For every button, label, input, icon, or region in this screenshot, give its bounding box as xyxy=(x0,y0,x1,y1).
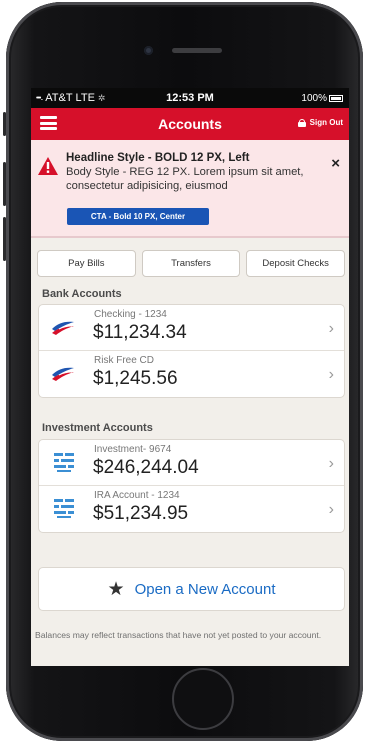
account-name: Investment- 9674 xyxy=(94,444,172,455)
volume-down-button xyxy=(3,217,6,261)
boa-flag-icon xyxy=(52,321,74,335)
investment-accounts-card: Investment- 9674 $246,244.04 › IRA Accou… xyxy=(38,439,345,533)
merrill-edge-icon xyxy=(54,499,74,518)
open-new-account-label: Open a New Account xyxy=(134,580,276,598)
account-balance: $11,234.34 xyxy=(93,322,187,343)
account-row-cd[interactable]: Risk Free CD $1,245.56 › xyxy=(39,351,344,397)
merrill-edge-icon xyxy=(54,453,74,472)
account-balance: $246,244.04 xyxy=(93,457,199,478)
chevron-right-icon: › xyxy=(328,501,334,518)
alert-banner: Headline Style - BOLD 12 PX, Left Body S… xyxy=(31,140,349,238)
alert-headline: Headline Style - BOLD 12 PX, Left xyxy=(66,152,250,164)
chevron-right-icon: › xyxy=(328,320,334,337)
alert-body: Body Style - REG 12 PX. Lorem ipsum sit … xyxy=(66,166,304,192)
balances-disclaimer: Balances may reflect transactions that h… xyxy=(35,630,322,640)
open-new-account-button[interactable]: ★ Open a New Account xyxy=(38,567,345,611)
warning-icon xyxy=(38,157,58,175)
app-screen: •••.. AT&T LTE ✲ 12:53 PM 100% Accounts … xyxy=(31,88,349,666)
account-balance: $1,245.56 xyxy=(93,368,178,389)
signal-icon: •••.. xyxy=(36,94,43,102)
star-icon: ★ xyxy=(107,578,125,600)
chevron-right-icon: › xyxy=(328,366,334,383)
account-row-ira[interactable]: IRA Account - 1234 $51,234.95 › xyxy=(39,486,344,532)
mute-switch xyxy=(3,112,6,136)
transfers-button[interactable]: Transfers xyxy=(141,250,241,277)
activity-spinner-icon: ✲ xyxy=(97,92,106,103)
nav-bar: Accounts Sign Out xyxy=(31,108,349,140)
alert-cta-button[interactable]: CTA - Bold 10 PX, Center xyxy=(67,208,209,225)
account-name: IRA Account - 1234 xyxy=(94,490,180,501)
boa-flag-icon xyxy=(52,367,74,381)
lock-icon xyxy=(297,118,306,127)
battery-icon xyxy=(329,94,343,102)
close-icon[interactable]: × xyxy=(331,156,340,171)
account-name: Checking - 1234 xyxy=(94,309,167,320)
deposit-checks-button[interactable]: Deposit Checks xyxy=(246,250,346,277)
battery-percent: 100% xyxy=(301,92,327,104)
account-balance: $51,234.95 xyxy=(93,503,189,524)
bank-accounts-header: Bank Accounts xyxy=(42,288,122,300)
front-camera xyxy=(144,46,153,55)
status-right: 100% xyxy=(301,93,343,104)
status-left: •••.. AT&T LTE ✲ xyxy=(36,92,105,104)
sign-out-label: Sign Out xyxy=(309,118,343,127)
account-name: Risk Free CD xyxy=(94,355,155,366)
sign-out-button[interactable]: Sign Out xyxy=(297,118,343,127)
volume-up-button xyxy=(3,162,6,206)
home-button[interactable] xyxy=(172,668,234,730)
account-row-checking[interactable]: Checking - 1234 $11,234.34 › xyxy=(39,305,344,351)
account-row-investment[interactable]: Investment- 9674 $246,244.04 › xyxy=(39,440,344,486)
carrier-label: AT&T xyxy=(45,92,73,104)
network-label: LTE xyxy=(75,92,95,104)
status-bar: •••.. AT&T LTE ✲ 12:53 PM 100% xyxy=(31,88,349,108)
quick-actions: Pay Bills Transfers Deposit Checks xyxy=(37,250,346,277)
investment-accounts-header: Investment Accounts xyxy=(42,422,153,434)
bank-accounts-card: Checking - 1234 $11,234.34 › Risk Free C… xyxy=(38,304,345,398)
chevron-right-icon: › xyxy=(328,455,334,472)
earpiece-speaker xyxy=(172,48,222,53)
pay-bills-button[interactable]: Pay Bills xyxy=(37,250,136,277)
